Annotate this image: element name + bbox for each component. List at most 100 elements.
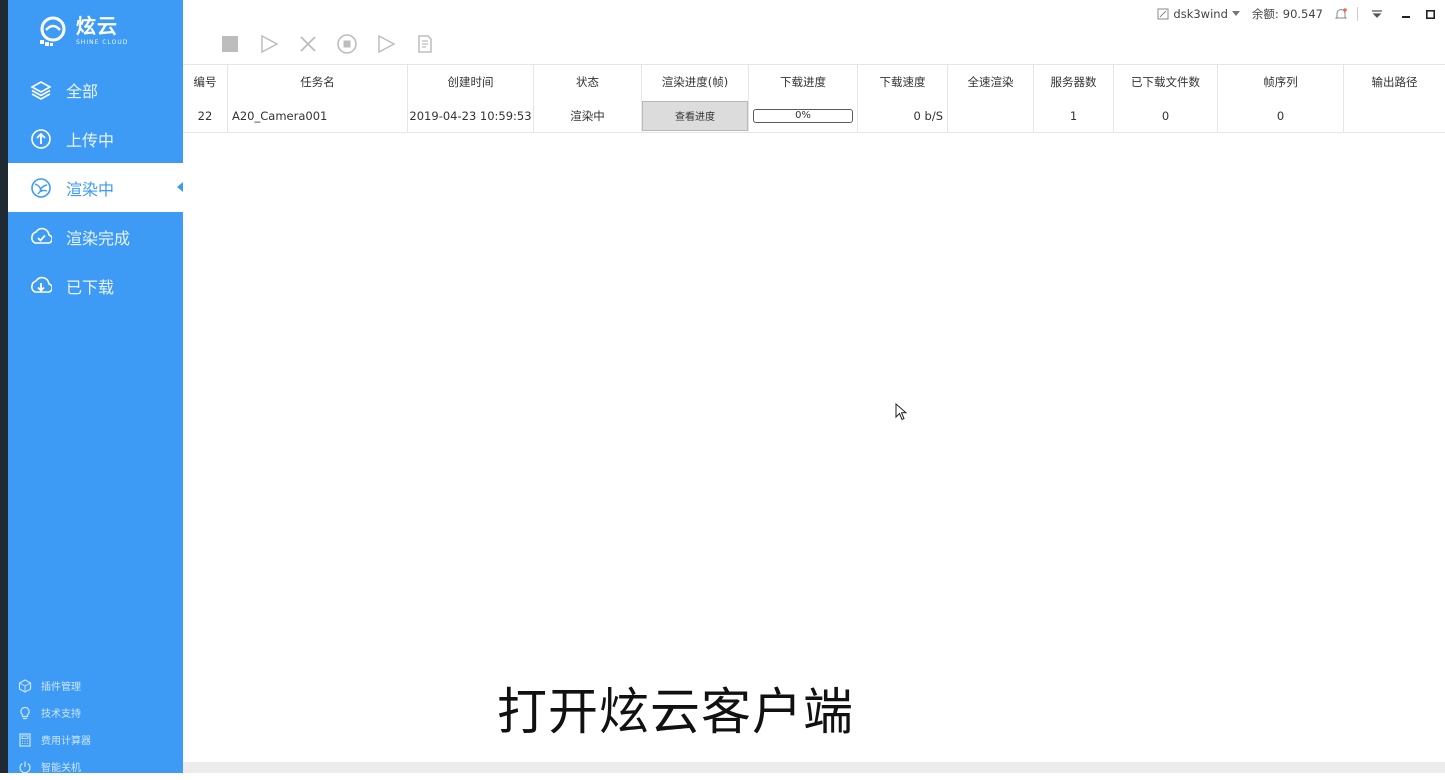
- plugin-manage-link[interactable]: 插件管理: [18, 672, 91, 699]
- sidebar-item-all[interactable]: 全部: [8, 65, 183, 114]
- balance-value: 90.547: [1282, 7, 1323, 21]
- bell-icon: [1335, 7, 1347, 18]
- stop-button[interactable]: [216, 31, 244, 57]
- sidebar-item-downloaded[interactable]: 已下载: [8, 261, 183, 310]
- column-header[interactable]: 已下载文件数: [1114, 65, 1218, 99]
- bottom-link-label: 插件管理: [41, 682, 81, 693]
- power-icon: [18, 760, 32, 774]
- column-header[interactable]: 下载速度: [858, 65, 948, 99]
- start-button[interactable]: [255, 31, 283, 57]
- download-progress-text: 0%: [795, 110, 811, 121]
- mouse-cursor-icon: [895, 403, 907, 421]
- username: dsk3wind: [1173, 7, 1228, 21]
- sidebar: 炫云 SHINE CLOUD 全部 上传中 渲染中 渲染完成 已下载 插件管理 …: [8, 0, 183, 774]
- table-header: 编号 任务名 创建时间 状态 渲染进度(帧) 下载进度 下载速度 全速渲染 服务…: [183, 64, 1445, 99]
- chevron-down-icon: [1231, 11, 1240, 16]
- downloaded-file-count: 0: [1114, 99, 1218, 133]
- column-header[interactable]: 渲染进度(帧): [642, 65, 749, 99]
- user-bar: dsk3wind 余额: 90.547: [1149, 6, 1435, 22]
- user-account[interactable]: dsk3wind: [1157, 7, 1240, 21]
- bottom-link-label: 智能关机: [41, 763, 81, 774]
- render-progress-cell: 查看进度: [642, 99, 749, 133]
- stop-icon: [222, 36, 238, 52]
- delete-icon: [300, 36, 316, 52]
- download-speed: 0 b/S: [858, 99, 948, 133]
- full-speed-render[interactable]: [948, 99, 1034, 133]
- sidebar-bottom-links: 插件管理 技术支持 费用计算器 智能关机: [18, 672, 91, 780]
- sidebar-item-uploading[interactable]: 上传中: [8, 114, 183, 163]
- column-header[interactable]: 编号: [183, 65, 228, 99]
- upload-icon: [30, 128, 52, 150]
- window-edge: [0, 0, 8, 773]
- menu-icon: [1372, 10, 1382, 18]
- column-header[interactable]: 输出路径: [1344, 65, 1445, 99]
- column-header[interactable]: 创建时间: [408, 65, 534, 99]
- top-bar: dsk3wind 余额: 90.547: [183, 0, 1445, 64]
- plugin-icon: [18, 678, 32, 693]
- document-icon: [418, 35, 432, 53]
- column-header[interactable]: 下载进度: [749, 65, 858, 99]
- minimize-icon: [1402, 16, 1410, 18]
- table-row[interactable]: 22 A20_Camera001 2019-04-23 10:59:53 渲染中…: [183, 99, 1445, 133]
- column-header[interactable]: 帧序列: [1218, 65, 1344, 99]
- logo-text: 炫云: [76, 13, 118, 38]
- log-button[interactable]: [411, 31, 439, 57]
- sidebar-item-label: 上传中: [66, 130, 115, 150]
- tech-support-link[interactable]: 技术支持: [18, 699, 91, 726]
- play-icon: [261, 34, 279, 54]
- task-toolbar: [216, 31, 439, 57]
- column-header[interactable]: 任务名: [228, 65, 408, 99]
- bottom-link-label: 技术支持: [41, 709, 81, 720]
- sidebar-item-label: 全部: [66, 81, 99, 101]
- calculator-icon: [18, 732, 32, 747]
- notification-button[interactable]: [1335, 7, 1347, 21]
- sidebar-item-rendering[interactable]: 渲染中: [8, 163, 183, 212]
- check-cloud-icon: [30, 226, 52, 248]
- maximize-icon: [1426, 9, 1435, 19]
- task-table: 编号 任务名 创建时间 状态 渲染进度(帧) 下载进度 下载速度 全速渲染 服务…: [183, 64, 1445, 133]
- task-created-time: 2019-04-23 10:59:53: [408, 99, 534, 133]
- view-progress-button[interactable]: 查看进度: [642, 100, 748, 131]
- record-button[interactable]: [333, 31, 361, 57]
- balance-label: 余额:: [1251, 7, 1279, 21]
- task-id: 22: [183, 99, 228, 133]
- layers-icon: [30, 79, 52, 101]
- video-caption: 打开炫云客户端: [497, 683, 854, 741]
- render-icon: [30, 177, 52, 199]
- sidebar-item-label: 渲染中: [66, 179, 115, 199]
- balance: 余额: 90.547: [1252, 6, 1323, 22]
- output-path[interactable]: [1344, 99, 1445, 133]
- column-header[interactable]: 服务器数: [1034, 65, 1114, 99]
- sidebar-item-render-complete[interactable]: 渲染完成: [8, 212, 183, 261]
- bottom-link-label: 费用计算器: [41, 736, 91, 747]
- smart-shutdown-link[interactable]: 智能关机: [18, 753, 91, 780]
- resume-button[interactable]: [372, 31, 400, 57]
- frame-sequence: 0: [1218, 99, 1344, 133]
- sidebar-item-label: 已下载: [66, 277, 115, 297]
- active-caret-icon: [177, 182, 183, 192]
- sidebar-nav: 全部 上传中 渲染中 渲染完成 已下载: [8, 65, 183, 310]
- server-count: 1: [1034, 99, 1114, 133]
- task-name: A20_Camera001: [228, 99, 408, 133]
- download-progress-bar: 0%: [753, 108, 853, 123]
- column-header[interactable]: 全速渲染: [948, 65, 1034, 99]
- menu-button[interactable]: [1372, 9, 1382, 19]
- resume-icon: [378, 34, 396, 54]
- delete-button[interactable]: [294, 31, 322, 57]
- status-strip: [183, 762, 1445, 773]
- record-icon: [337, 34, 357, 54]
- edit-icon: [1157, 8, 1169, 20]
- cost-calculator-link[interactable]: 费用计算器: [18, 726, 91, 753]
- download-icon: [30, 275, 52, 297]
- lightbulb-icon: [18, 706, 32, 720]
- logo-subtitle: SHINE CLOUD: [76, 38, 129, 46]
- task-status: 渲染中: [534, 99, 642, 133]
- minimize-button[interactable]: [1402, 10, 1410, 18]
- cloud-logo-icon: [40, 16, 66, 46]
- download-progress-cell: 0%: [749, 99, 858, 133]
- sidebar-item-label: 渲染完成: [66, 228, 131, 248]
- maximize-button[interactable]: [1426, 9, 1435, 19]
- divider: [1357, 7, 1358, 21]
- app-logo: 炫云 SHINE CLOUD: [36, 10, 128, 52]
- column-header[interactable]: 状态: [534, 65, 642, 99]
